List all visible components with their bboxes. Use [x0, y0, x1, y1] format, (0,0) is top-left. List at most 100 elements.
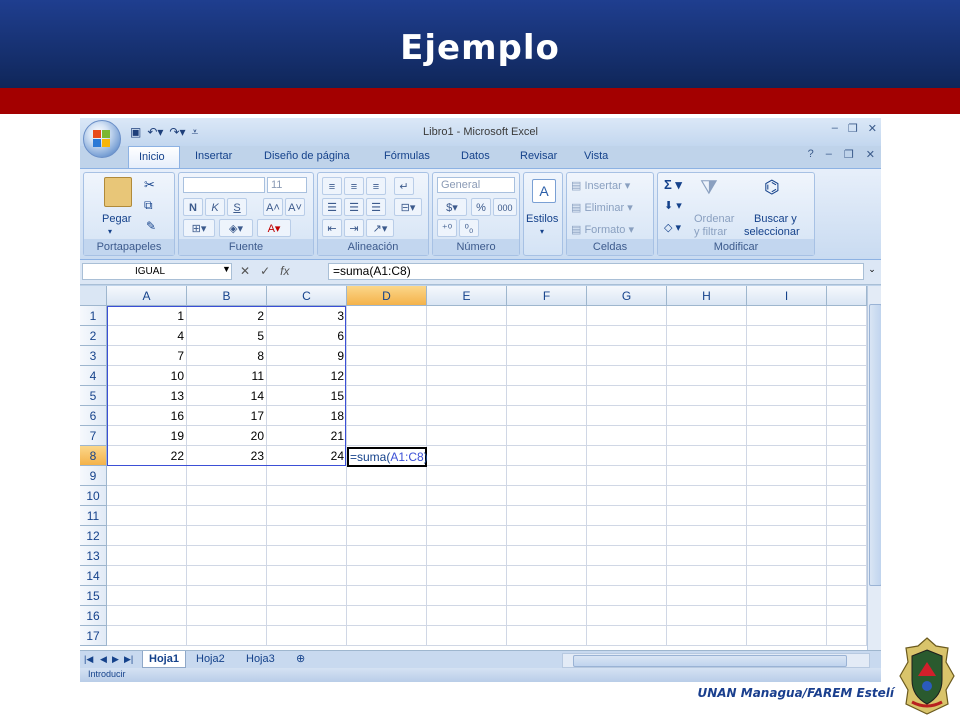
cell-c14[interactable]: [267, 566, 347, 586]
cell-g9[interactable]: [587, 466, 667, 486]
column-header-b[interactable]: B: [187, 286, 267, 306]
tab-diseno-pagina[interactable]: Diseño de página: [264, 150, 350, 162]
borders-icon[interactable]: ⊞▾: [183, 219, 215, 237]
cell-g14[interactable]: [587, 566, 667, 586]
sheet-tab-hoja1[interactable]: Hoja1: [142, 651, 186, 668]
cell-h6[interactable]: [667, 406, 747, 426]
cell-a8[interactable]: 22: [107, 446, 187, 466]
cell-i11[interactable]: [747, 506, 827, 526]
name-box-dropdown-icon[interactable]: ▼: [222, 264, 231, 274]
row-header-11[interactable]: 11: [80, 506, 107, 526]
column-header-a[interactable]: A: [107, 286, 187, 306]
binoculars-icon[interactable]: ⌬: [764, 177, 780, 198]
cell-f16[interactable]: [507, 606, 587, 626]
cell-b10[interactable]: [187, 486, 267, 506]
cell-g5[interactable]: [587, 386, 667, 406]
cell-j9[interactable]: [827, 466, 867, 486]
cell-j2[interactable]: [827, 326, 867, 346]
wb-restore-icon[interactable]: ❐: [844, 148, 854, 161]
sort-filter-label-2[interactable]: y filtrar: [694, 226, 727, 238]
cell-g11[interactable]: [587, 506, 667, 526]
cell-i1[interactable]: [747, 306, 827, 326]
row-header-14[interactable]: 14: [80, 566, 107, 586]
cell-j8[interactable]: [827, 446, 867, 466]
cell-i16[interactable]: [747, 606, 827, 626]
cell-f1[interactable]: [507, 306, 587, 326]
cell-c8[interactable]: 24: [267, 446, 347, 466]
cell-j17[interactable]: [827, 626, 867, 646]
name-box[interactable]: IGUAL: [82, 263, 232, 280]
column-header-c[interactable]: C: [267, 286, 347, 306]
cell-g7[interactable]: [587, 426, 667, 446]
cell-j15[interactable]: [827, 586, 867, 606]
cell-c3[interactable]: 9: [267, 346, 347, 366]
cell-e15[interactable]: [427, 586, 507, 606]
cell-i9[interactable]: [747, 466, 827, 486]
cell-e12[interactable]: [427, 526, 507, 546]
cut-icon[interactable]: ✂: [144, 177, 155, 193]
cell-a17[interactable]: [107, 626, 187, 646]
font-size-combo[interactable]: 11: [267, 177, 307, 193]
cell-e9[interactable]: [427, 466, 507, 486]
cell-b12[interactable]: [187, 526, 267, 546]
autosum-button[interactable]: Σ ▾: [664, 177, 682, 193]
insert-function-button[interactable]: fx: [280, 264, 289, 278]
currency-icon[interactable]: $▾: [437, 198, 467, 216]
cell-d12[interactable]: [347, 526, 427, 546]
cell-i5[interactable]: [747, 386, 827, 406]
cell-d2[interactable]: [347, 326, 427, 346]
sheet-tab-hoja3[interactable]: Hoja3: [240, 651, 281, 667]
help-icon[interactable]: ?: [808, 148, 814, 161]
cell-i13[interactable]: [747, 546, 827, 566]
cell-g12[interactable]: [587, 526, 667, 546]
cell-j5[interactable]: [827, 386, 867, 406]
cell-d3[interactable]: [347, 346, 427, 366]
cell-c2[interactable]: 6: [267, 326, 347, 346]
cell-i8[interactable]: [747, 446, 827, 466]
cell-f17[interactable]: [507, 626, 587, 646]
cell-b5[interactable]: 14: [187, 386, 267, 406]
cell-j1[interactable]: [827, 306, 867, 326]
cell-b13[interactable]: [187, 546, 267, 566]
cell-a12[interactable]: [107, 526, 187, 546]
cell-c15[interactable]: [267, 586, 347, 606]
cell-h3[interactable]: [667, 346, 747, 366]
decrease-decimal-icon[interactable]: ⁰₀: [459, 219, 479, 237]
cell-j4[interactable]: [827, 366, 867, 386]
row-header-7[interactable]: 7: [80, 426, 107, 446]
cell-h14[interactable]: [667, 566, 747, 586]
cell-i4[interactable]: [747, 366, 827, 386]
orientation-icon[interactable]: ↗▾: [366, 219, 394, 237]
font-name-combo[interactable]: [183, 177, 265, 193]
sheet-tab-hoja2[interactable]: Hoja2: [190, 651, 231, 667]
cell-f8[interactable]: [507, 446, 587, 466]
insert-cells-button[interactable]: ▤ Insertar ▾: [571, 179, 630, 192]
paste-dropdown-icon[interactable]: ▾: [108, 227, 112, 236]
tab-datos[interactable]: Datos: [461, 150, 490, 162]
cell-e11[interactable]: [427, 506, 507, 526]
cell-d15[interactable]: [347, 586, 427, 606]
sort-filter-label-1[interactable]: Ordenar: [694, 213, 734, 225]
tab-revisar[interactable]: Revisar: [520, 150, 557, 162]
cell-h7[interactable]: [667, 426, 747, 446]
increase-indent-icon[interactable]: ⇥: [344, 219, 364, 237]
sort-filter-icon[interactable]: ⧩: [700, 177, 718, 200]
horizontal-scrollbar[interactable]: [562, 653, 870, 668]
cell-d17[interactable]: [347, 626, 427, 646]
column-header-e[interactable]: E: [427, 286, 507, 306]
cell-c16[interactable]: [267, 606, 347, 626]
cell-d10[interactable]: [347, 486, 427, 506]
grow-font-icon[interactable]: A˄: [263, 198, 283, 216]
cell-f11[interactable]: [507, 506, 587, 526]
cell-d16[interactable]: [347, 606, 427, 626]
cell-f6[interactable]: [507, 406, 587, 426]
cell-c9[interactable]: [267, 466, 347, 486]
wb-close-icon[interactable]: ✕: [866, 148, 875, 161]
align-bottom-icon[interactable]: ≡: [366, 177, 386, 195]
cell-h8[interactable]: [667, 446, 747, 466]
vertical-scroll-thumb[interactable]: [869, 304, 881, 586]
row-header-12[interactable]: 12: [80, 526, 107, 546]
cell-e2[interactable]: [427, 326, 507, 346]
cell-c11[interactable]: [267, 506, 347, 526]
cell-j10[interactable]: [827, 486, 867, 506]
